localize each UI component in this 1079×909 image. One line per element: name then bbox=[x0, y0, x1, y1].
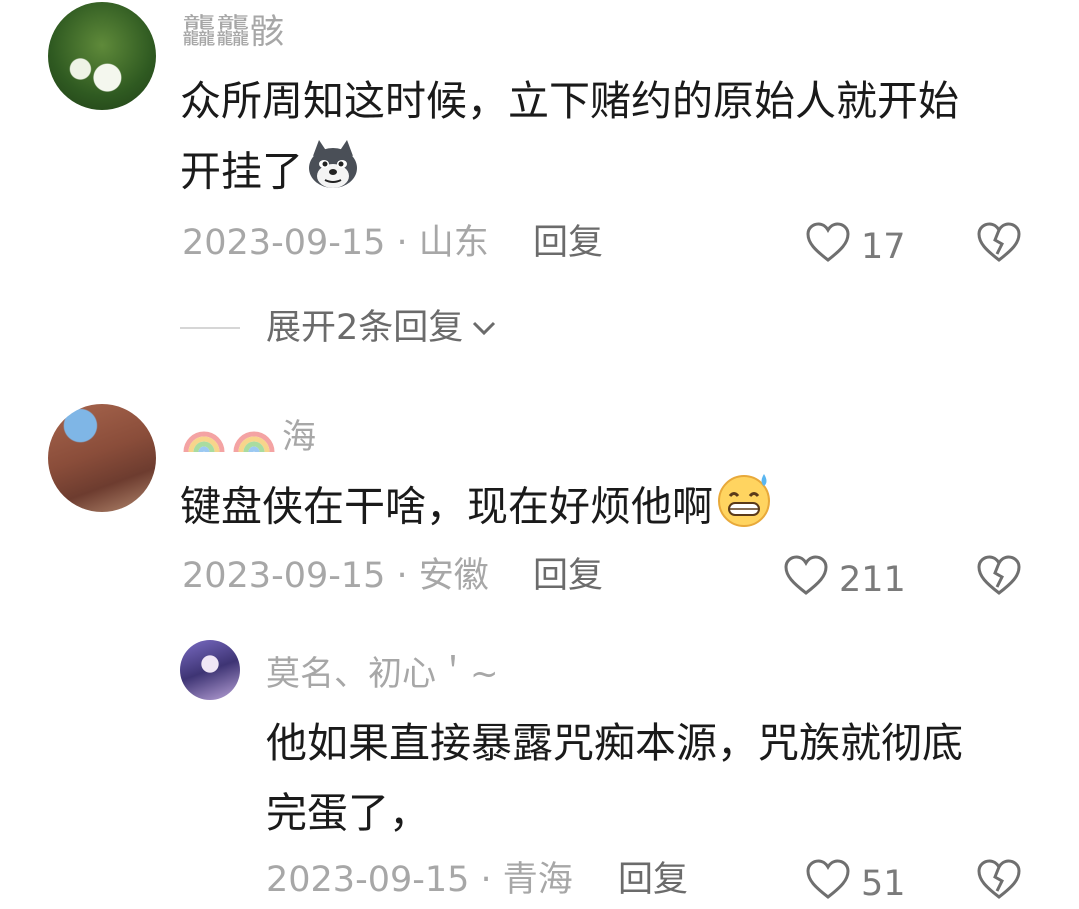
comment-text: 众所周知这时候，立下赌约的原始人就开始 bbox=[180, 77, 959, 125]
like-button[interactable]: 51 bbox=[805, 858, 906, 909]
comment-date-location: 2023-09-15 · 山东 bbox=[182, 223, 489, 263]
wolf-face-emoji bbox=[305, 136, 361, 213]
rainbow-icon bbox=[182, 414, 226, 463]
heart-icon bbox=[783, 554, 829, 605]
expand-replies[interactable]: 展开2条回复 bbox=[180, 308, 497, 348]
dislike-button[interactable] bbox=[976, 221, 1022, 267]
like-count: 51 bbox=[861, 863, 906, 904]
comment-username[interactable]: 莫名、初心＇~ bbox=[266, 654, 499, 694]
comment-username[interactable]: 龘龘骸 bbox=[182, 12, 284, 52]
dislike-button[interactable] bbox=[976, 858, 1022, 904]
heart-icon bbox=[805, 858, 851, 909]
comment-text: 完蛋了， bbox=[266, 789, 430, 837]
avatar[interactable] bbox=[48, 2, 156, 110]
rainbow-icon bbox=[232, 414, 276, 463]
dislike-button[interactable] bbox=[976, 554, 1022, 600]
comment-text: 他如果直接暴露咒痴本源，咒族就彻底 bbox=[266, 719, 963, 767]
like-count: 17 bbox=[861, 226, 906, 267]
reply-button[interactable]: 回复 bbox=[533, 223, 603, 263]
broken-heart-icon bbox=[976, 555, 1022, 600]
comment-text-line2: 开挂了 bbox=[180, 136, 361, 213]
divider bbox=[180, 327, 240, 329]
chevron-down-icon bbox=[471, 319, 497, 337]
comment-text: 键盘侠在干啥，现在好烦他啊 bbox=[180, 482, 713, 531]
avatar[interactable] bbox=[48, 404, 156, 512]
reply-button[interactable]: 回复 bbox=[533, 556, 603, 596]
comment-text-line1: 键盘侠在干啥，现在好烦他啊 bbox=[180, 470, 773, 549]
comment-date-location: 2023-09-15 · 安徽 bbox=[182, 556, 489, 596]
like-button[interactable]: 211 bbox=[783, 554, 906, 605]
comment-username-row[interactable]: 海 bbox=[182, 414, 316, 463]
grinning-sweat-emoji bbox=[715, 470, 773, 549]
avatar[interactable] bbox=[180, 640, 240, 700]
reply-button[interactable]: 回复 bbox=[618, 860, 688, 900]
comment-text: 开挂了 bbox=[180, 147, 303, 196]
heart-icon bbox=[805, 221, 851, 272]
comment-date-location: 2023-09-15 · 青海 bbox=[266, 860, 573, 900]
expand-replies-label: 展开2条回复 bbox=[266, 308, 464, 348]
comment-username: 海 bbox=[282, 417, 316, 457]
broken-heart-icon bbox=[976, 222, 1022, 267]
like-count: 211 bbox=[839, 559, 906, 600]
like-button[interactable]: 17 bbox=[805, 221, 906, 272]
